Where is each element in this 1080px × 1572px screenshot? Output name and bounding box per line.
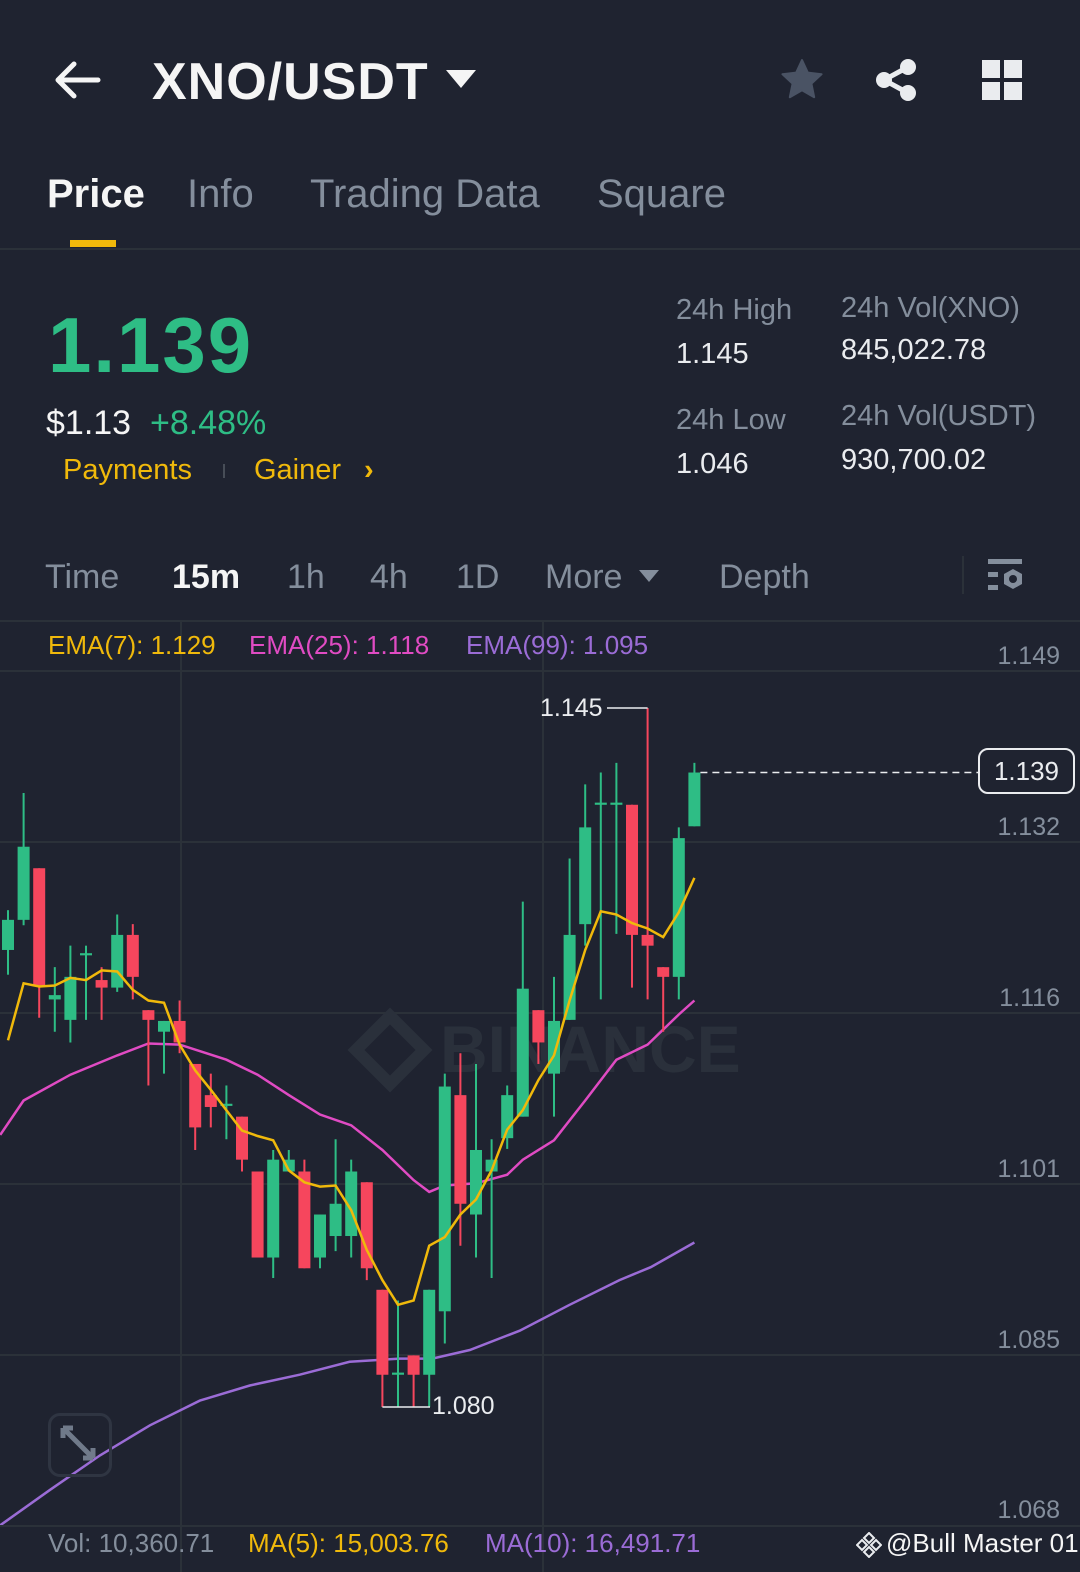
binance-logo-icon: [855, 1531, 883, 1563]
y-tick: 1.149: [997, 642, 1060, 670]
high-marker-label: 1.145: [540, 694, 603, 722]
candle-up: [392, 1372, 404, 1375]
candle-up: [548, 1020, 560, 1074]
expand-icon: [60, 1425, 96, 1461]
volume-value: Vol: 10,360.71: [48, 1528, 215, 1558]
volume-ma5: MA(5): 15,003.76: [248, 1528, 449, 1558]
ema25-legend: EMA(25): 1.118: [249, 630, 430, 660]
candle-up: [329, 1203, 342, 1237]
candle-up: [17, 846, 30, 920]
candle-down: [95, 980, 108, 988]
fullscreen-button[interactable]: [48, 1413, 112, 1477]
candle-up: [80, 953, 92, 956]
ema7-legend: EMA(7): 1.129: [48, 630, 216, 660]
ema99-line: [0, 1241, 696, 1527]
y-tick: 1.101: [997, 1155, 1060, 1183]
candle-up: [516, 988, 529, 1117]
y-tick: 1.132: [997, 813, 1060, 841]
candlestick-chart[interactable]: BINANCE: [0, 0, 1080, 1572]
candle-up: [64, 976, 77, 1020]
candle-up: [563, 934, 576, 1020]
candle-down: [142, 1010, 155, 1020]
candle-up: [579, 827, 592, 925]
candle-up: [111, 934, 124, 988]
candle-down: [33, 868, 46, 986]
volume-ma10: MA(10): 16,491.71: [485, 1528, 701, 1558]
candle-down: [126, 934, 139, 977]
candle-down: [454, 1095, 467, 1204]
candle-up: [267, 1159, 280, 1258]
low-marker-label: 1.080: [432, 1392, 495, 1420]
watermark-credit: @Bull Master 01: [886, 1528, 1079, 1558]
y-tick: 1.116: [999, 984, 1060, 1012]
candle-up: [423, 1289, 436, 1375]
candle-up: [158, 1020, 170, 1032]
candle-down: [376, 1289, 389, 1375]
candle-down: [532, 1010, 545, 1043]
candle-up: [688, 772, 701, 827]
watermark-text: BINANCE: [440, 1012, 741, 1086]
candle-down: [626, 804, 638, 935]
y-tick: 1.068: [997, 1496, 1060, 1524]
candle-down: [251, 1171, 264, 1258]
last-price-marker: 1.139: [978, 748, 1075, 794]
candle-up: [314, 1214, 326, 1258]
watermark-logo-icon: [347, 1007, 433, 1093]
candle-down: [298, 1171, 311, 1269]
divider: [0, 1525, 1080, 1527]
ema99-legend: EMA(99): 1.095: [466, 630, 649, 660]
y-tick: 1.085: [997, 1326, 1060, 1354]
candle-up: [48, 995, 61, 1000]
candle-up: [672, 838, 685, 977]
candle-up: [594, 802, 607, 805]
candle-up: [438, 1086, 451, 1312]
candle-down: [189, 1063, 202, 1128]
candle-up: [2, 919, 14, 950]
candle-up: [610, 802, 623, 805]
candle-down: [407, 1355, 420, 1375]
candle-down: [641, 934, 654, 946]
candle-down: [657, 967, 670, 977]
candle-down: [360, 1182, 373, 1269]
